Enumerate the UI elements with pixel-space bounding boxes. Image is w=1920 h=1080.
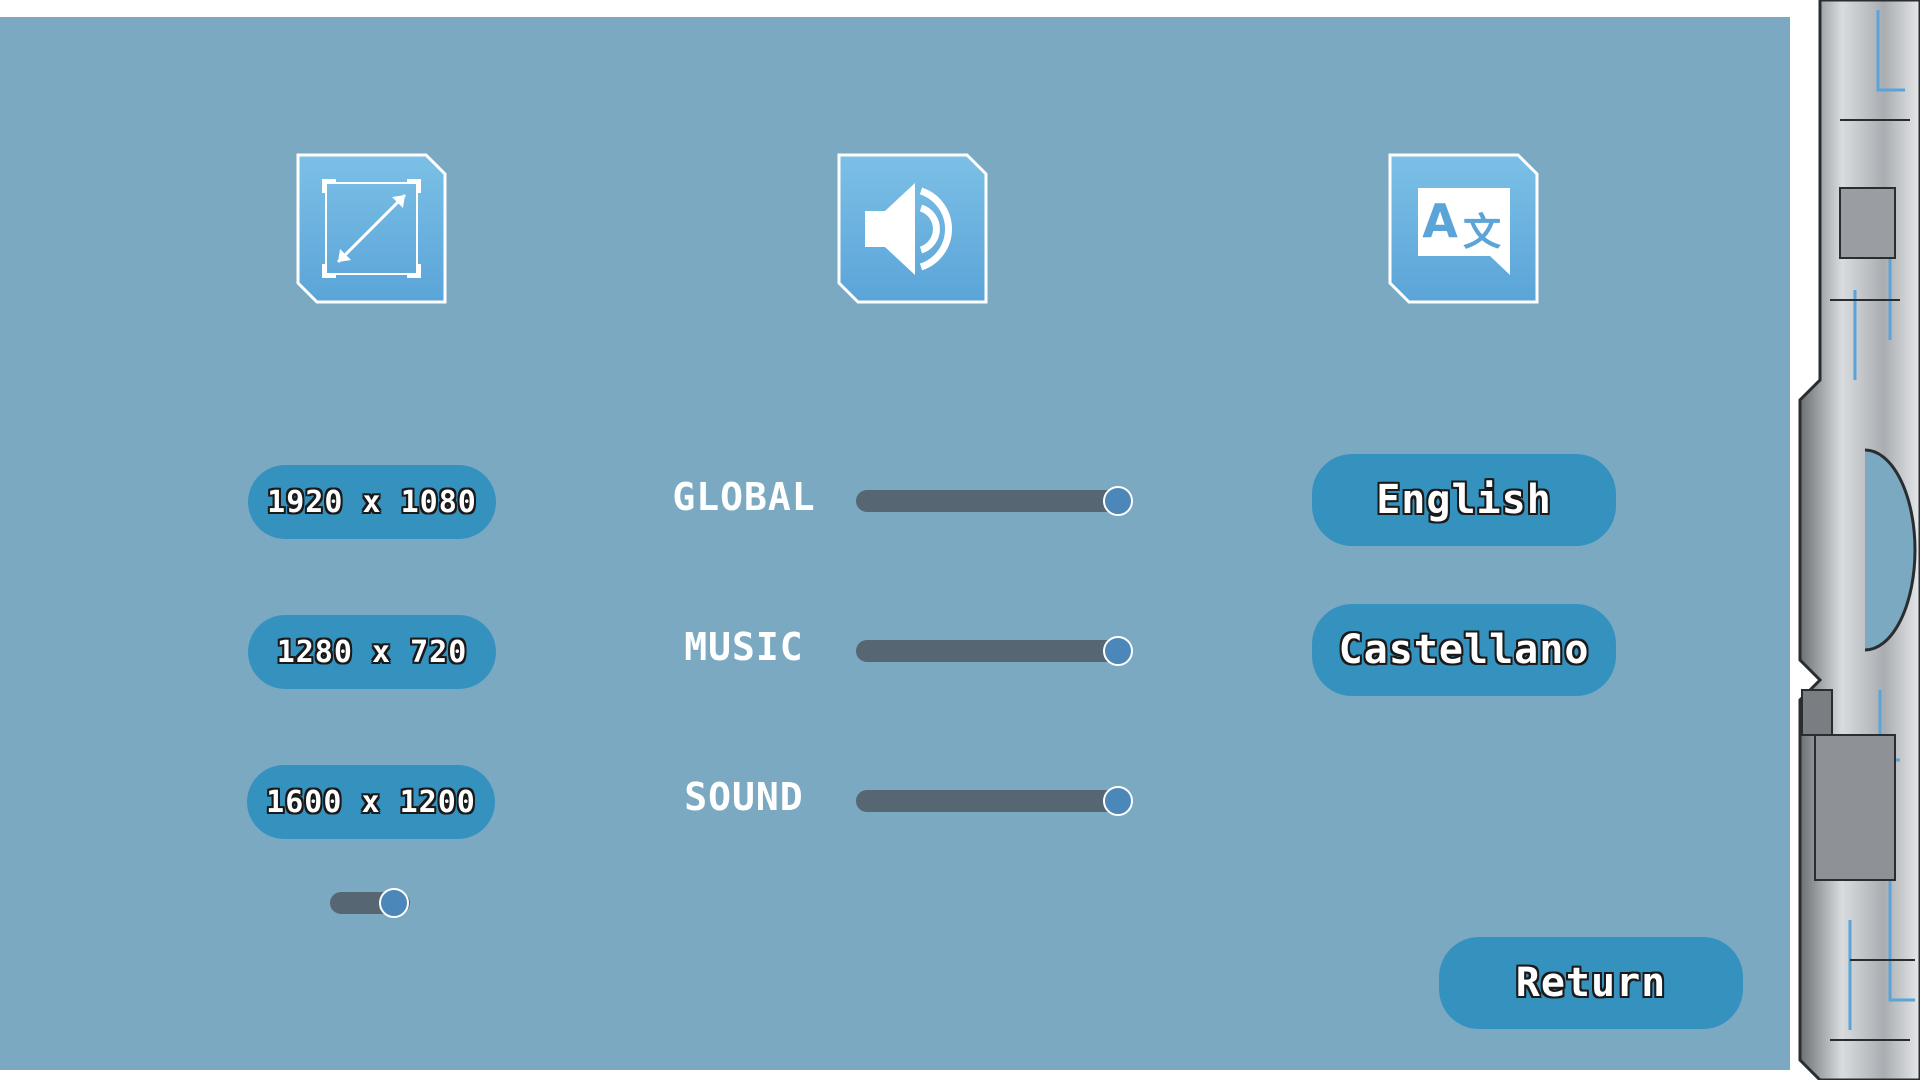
fullscreen-toggle[interactable] bbox=[330, 887, 410, 918]
music-volume-knob[interactable] bbox=[1103, 636, 1133, 666]
settings-panel: A 文 1920 x 1080 1280 x 720 1600 x 1200 G… bbox=[0, 17, 1825, 1070]
return-button[interactable]: Return bbox=[1439, 937, 1743, 1029]
fullscreen-toggle-knob[interactable] bbox=[379, 888, 409, 918]
decorative-frame bbox=[1790, 0, 1920, 1080]
music-volume-slider[interactable] bbox=[856, 636, 1133, 666]
resolution-button-1600x1200[interactable]: 1600 x 1200 bbox=[247, 765, 495, 839]
global-volume-label: GLOBAL bbox=[672, 475, 816, 519]
resize-arrows-icon bbox=[296, 153, 447, 304]
sound-volume-track bbox=[856, 790, 1118, 812]
svg-text:A: A bbox=[1422, 194, 1458, 248]
language-button-castellano[interactable]: Castellano bbox=[1312, 604, 1616, 696]
sound-volume-label: SOUND bbox=[684, 775, 804, 819]
sound-volume-knob[interactable] bbox=[1103, 786, 1133, 816]
global-volume-slider[interactable] bbox=[856, 486, 1133, 516]
language-button-english[interactable]: English bbox=[1312, 454, 1616, 546]
settings-screen: A 文 1920 x 1080 1280 x 720 1600 x 1200 G… bbox=[0, 0, 1920, 1080]
music-volume-label: MUSIC bbox=[684, 625, 804, 669]
global-volume-track bbox=[856, 490, 1118, 512]
svg-text:文: 文 bbox=[1463, 210, 1501, 254]
speaker-icon bbox=[837, 153, 988, 304]
resolution-button-1280x720[interactable]: 1280 x 720 bbox=[248, 615, 496, 689]
resolution-button-1920x1080[interactable]: 1920 x 1080 bbox=[248, 465, 496, 539]
global-volume-knob[interactable] bbox=[1103, 486, 1133, 516]
translate-icon: A 文 bbox=[1388, 153, 1539, 304]
music-volume-track bbox=[856, 640, 1118, 662]
sound-volume-slider[interactable] bbox=[856, 786, 1133, 816]
